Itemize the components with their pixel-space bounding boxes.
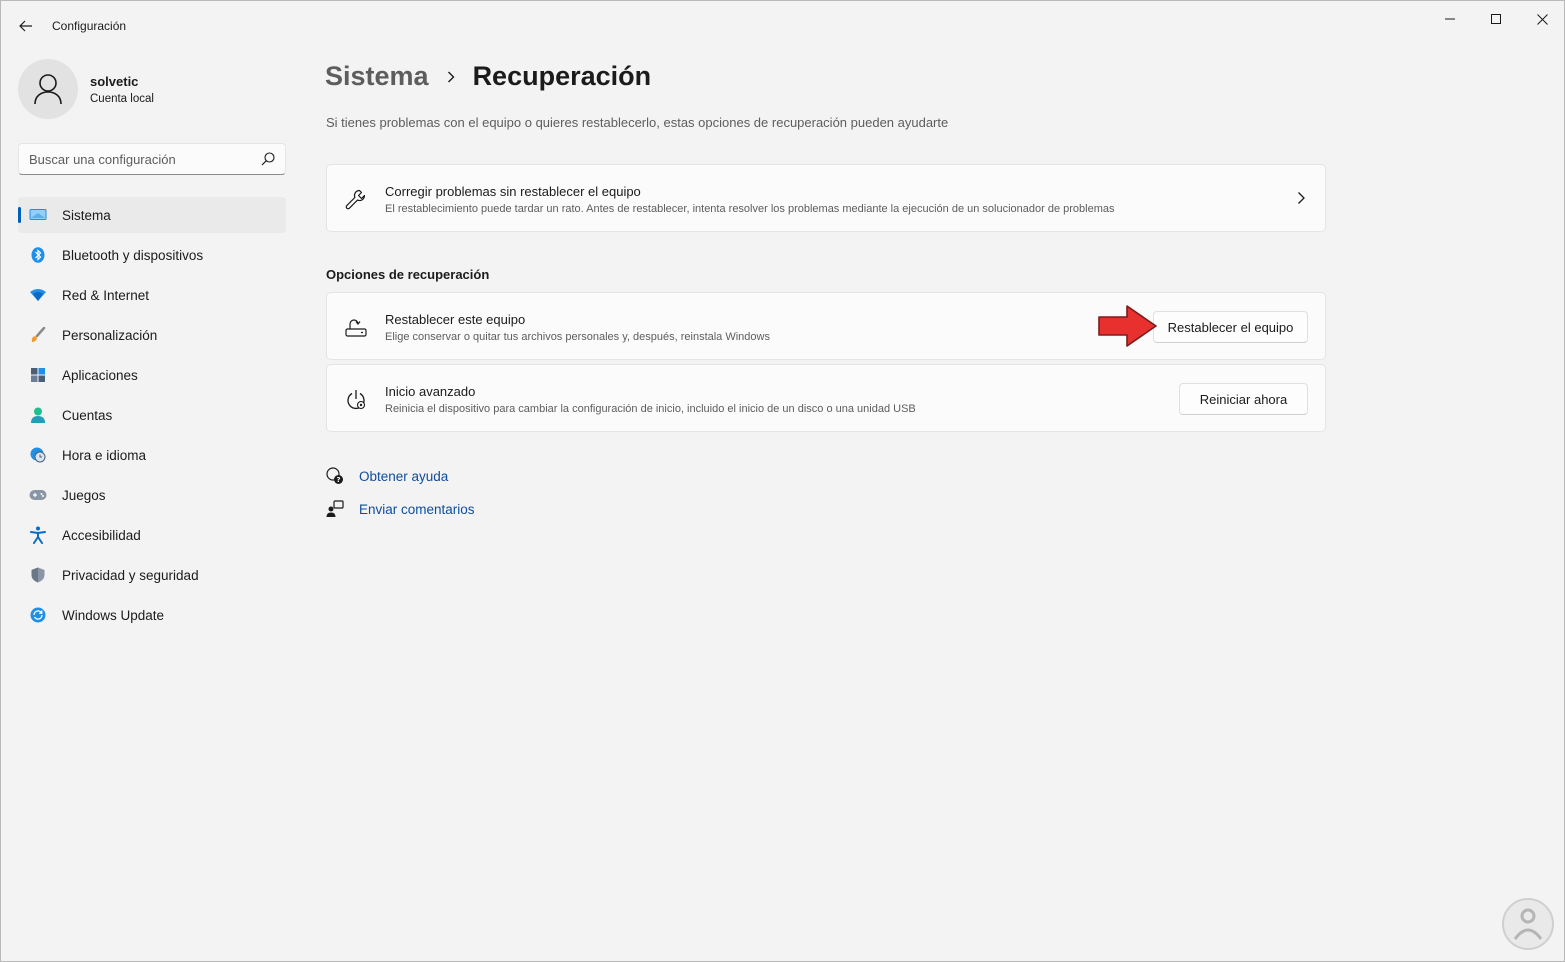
sidebar-item-label: Sistema (62, 207, 111, 223)
apps-icon (29, 367, 47, 383)
app-title: Configuración (52, 19, 127, 33)
svg-text:?: ? (336, 476, 340, 484)
person-avatar-icon (34, 74, 62, 105)
sidebar-nav: Sistema Bluetooth y dispositivos Red & I… (18, 197, 286, 637)
restart-now-button[interactable]: Reiniciar ahora (1179, 383, 1308, 415)
get-help-link[interactable]: ? Obtener ayuda (325, 466, 448, 486)
account-type: Cuenta local (90, 93, 154, 105)
maximize-icon (1491, 14, 1501, 24)
sidebar-item-label: Red & Internet (62, 287, 150, 303)
breadcrumb: Sistema Recuperación (325, 61, 651, 92)
advanced-startup-title: Inicio avanzado (385, 384, 476, 399)
sidebar-item-cuentas[interactable]: Cuentas (18, 397, 286, 433)
breadcrumb-parent[interactable]: Sistema (325, 61, 429, 92)
sidebar-item-label: Cuentas (62, 407, 113, 423)
sidebar-item-label: Windows Update (62, 607, 165, 623)
search-input[interactable] (19, 144, 249, 174)
user-name: solvetic (90, 74, 139, 89)
send-feedback-link[interactable]: Enviar comentarios (325, 499, 475, 519)
clock-globe-icon (29, 447, 47, 463)
search-box (18, 143, 286, 175)
sidebar-item-label: Aplicaciones (62, 367, 138, 383)
minimize-button[interactable] (1427, 5, 1473, 33)
title-bar: Configuración (1, 1, 1564, 51)
reset-pc-button[interactable]: Restablecer el equipo (1153, 311, 1308, 343)
wifi-icon (29, 287, 47, 303)
troubleshoot-title: Corregir problemas sin restablecer el eq… (385, 184, 641, 199)
advanced-startup-icon (345, 389, 367, 411)
sidebar-item-sistema[interactable]: Sistema (18, 197, 286, 233)
chevron-right-icon (1298, 192, 1305, 204)
sidebar-item-label: Privacidad y seguridad (62, 567, 199, 583)
back-arrow-icon (19, 20, 32, 32)
sidebar-item-bluetooth[interactable]: Bluetooth y dispositivos (18, 237, 286, 273)
search-icon[interactable] (261, 152, 275, 166)
avatar[interactable] (18, 59, 78, 119)
sidebar-item-hora-idioma[interactable]: Hora e idioma (18, 437, 286, 473)
page-description: Si tienes problemas con el equipo o quie… (326, 115, 949, 130)
settings-window: Configuración solvetic Cuenta local Busc… (0, 0, 1565, 962)
red-arrow-annotation-icon (1098, 305, 1157, 347)
send-feedback-label: Enviar comentarios (359, 501, 475, 517)
close-icon (1536, 13, 1548, 25)
reset-pc-subtitle: Elige conservar o quitar tus archivos pe… (385, 331, 770, 343)
sidebar-item-aplicaciones[interactable]: Aplicaciones (18, 357, 286, 393)
troubleshoot-subtitle: El restablecimiento puede tardar un rato… (385, 203, 1115, 215)
get-help-label: Obtener ayuda (359, 468, 449, 484)
bluetooth-icon (29, 247, 47, 263)
brush-icon (29, 327, 47, 343)
troubleshoot-card[interactable]: Corregir problemas sin restablecer el eq… (326, 164, 1326, 232)
sidebar-item-privacidad[interactable]: Privacidad y seguridad (18, 557, 286, 593)
wrench-icon (345, 189, 367, 211)
sidebar-item-red-internet[interactable]: Red & Internet (18, 277, 286, 313)
breadcrumb-chevron-icon (447, 71, 455, 83)
sidebar-item-label: Personalización (62, 327, 158, 343)
accessibility-icon (29, 526, 47, 544)
monitor-icon (29, 207, 47, 223)
active-indicator (18, 207, 21, 223)
page-title: Recuperación (472, 61, 652, 91)
advanced-startup-card: Inicio avanzado Reinicia el dispositivo … (326, 364, 1326, 432)
sidebar-item-label: Bluetooth y dispositivos (62, 247, 204, 263)
minimize-icon (1445, 18, 1455, 20)
person-icon (29, 407, 47, 423)
section-title: Opciones de recuperación (326, 267, 490, 282)
reset-pc-title: Restablecer este equipo (385, 312, 526, 327)
sidebar-item-label: Hora e idioma (62, 447, 147, 463)
reset-pc-icon (345, 317, 367, 339)
close-button[interactable] (1519, 5, 1565, 33)
sidebar-item-juegos[interactable]: Juegos (18, 477, 286, 513)
back-button[interactable] (13, 13, 39, 39)
maximize-button[interactable] (1473, 5, 1519, 33)
help-icon: ? (325, 466, 345, 486)
sidebar-item-accesibilidad[interactable]: Accesibilidad (18, 517, 286, 553)
sidebar-item-label: Juegos (62, 487, 106, 503)
gamepad-icon (29, 487, 47, 503)
sidebar-item-personalizacion[interactable]: Personalización (18, 317, 286, 353)
sidebar-item-windows-update[interactable]: Windows Update (18, 597, 286, 633)
update-icon (29, 607, 47, 623)
solvetic-logo-icon (1502, 898, 1554, 950)
shield-icon (29, 567, 47, 583)
feedback-icon (325, 499, 345, 519)
sidebar-item-label: Accesibilidad (62, 527, 141, 543)
advanced-startup-subtitle: Reinicia el dispositivo para cambiar la … (385, 403, 916, 415)
